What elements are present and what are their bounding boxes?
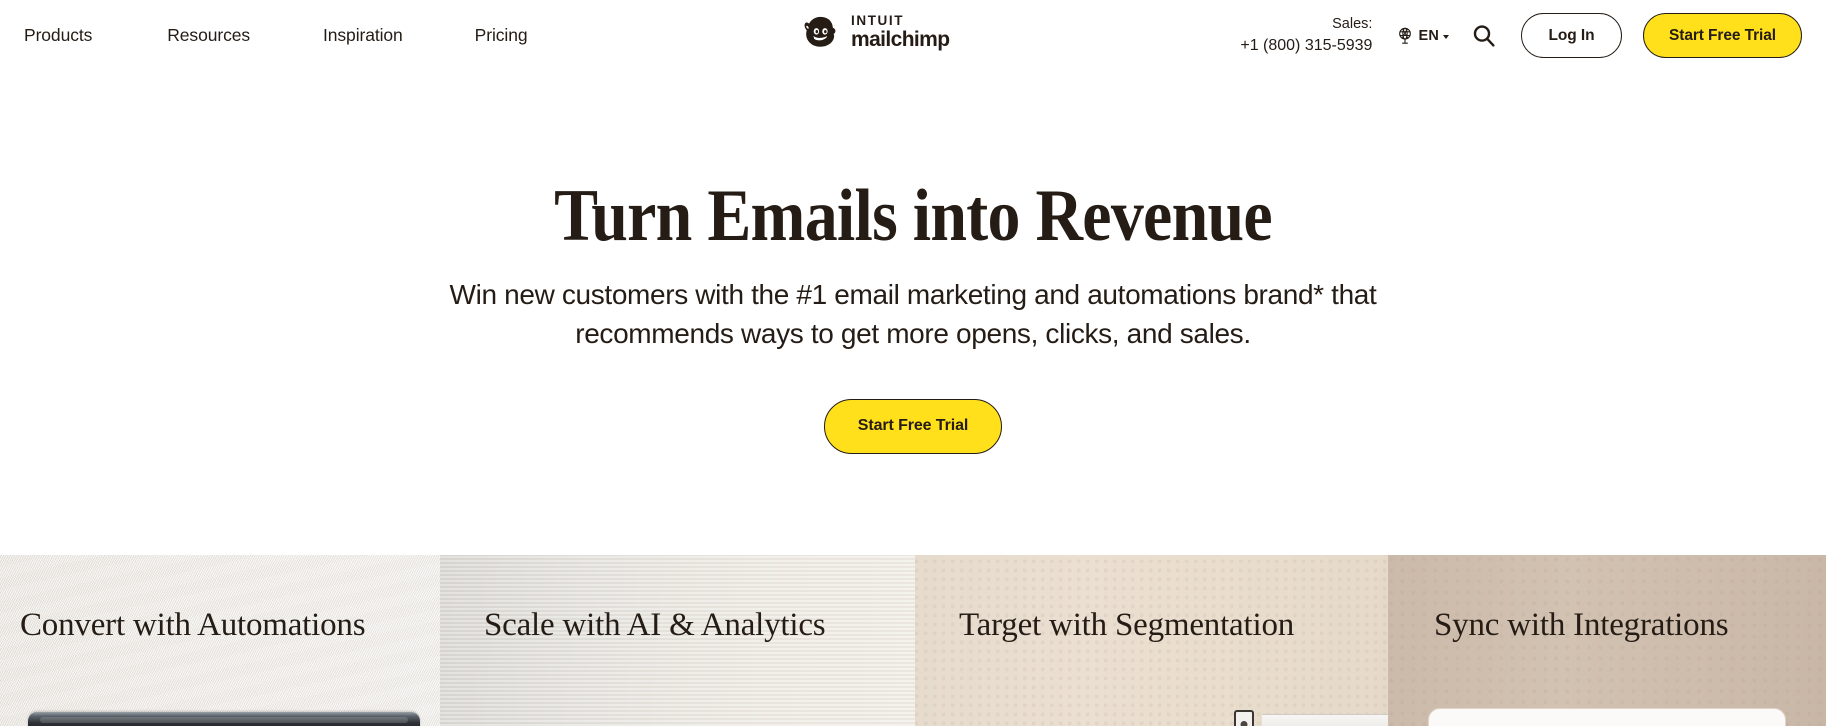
site-logo[interactable]: INTUIT mailchimp <box>800 11 950 53</box>
primary-navigation: Products Resources Inspiration Pricing <box>24 19 528 52</box>
logo-mailchimp-text: mailchimp <box>851 28 950 52</box>
card-mockup-image <box>1428 708 1786 726</box>
hero-subtitle: Win new customers with the #1 email mark… <box>449 279 1377 350</box>
chevron-down-icon <box>1443 34 1449 39</box>
mailchimp-freddie-logo-icon <box>804 16 836 47</box>
laptop-mockup-image <box>28 712 420 726</box>
phone-mockup-image <box>1234 710 1254 726</box>
globe-icon <box>1399 27 1412 44</box>
login-button[interactable]: Log In <box>1521 13 1622 58</box>
feature-card-title: Scale with AI & Analytics <box>484 607 826 643</box>
nav-item-inspiration[interactable]: Inspiration <box>323 19 403 52</box>
logo-intuit-text: INTUIT <box>851 12 905 28</box>
search-button[interactable] <box>1471 23 1497 49</box>
feature-card-integrations[interactable]: Sync with Integrations <box>1388 555 1826 726</box>
page-title: Turn Emails into Revenue <box>554 175 1273 257</box>
feature-card-automations[interactable]: Convert with Automations <box>0 555 440 726</box>
feature-card-title: Sync with Integrations <box>1434 607 1729 643</box>
hero-section: Turn Emails into Revenue Win new custome… <box>0 71 1826 555</box>
feature-card-ai-analytics[interactable]: Scale with AI & Analytics <box>440 555 915 726</box>
feature-card-segmentation[interactable]: Target with Segmentation <box>915 555 1388 726</box>
nav-item-products[interactable]: Products <box>24 19 92 52</box>
sales-label: Sales: <box>1332 16 1373 33</box>
language-code: EN <box>1418 27 1439 44</box>
start-free-trial-hero-button[interactable]: Start Free Trial <box>824 398 1002 454</box>
sales-contact[interactable]: Sales: +1 (800) 315-5939 <box>1240 15 1372 55</box>
feature-card-title: Target with Segmentation <box>959 607 1295 643</box>
nav-item-resources[interactable]: Resources <box>167 19 250 52</box>
nav-item-pricing[interactable]: Pricing <box>475 19 528 52</box>
search-icon <box>1473 24 1495 47</box>
sales-phone-number[interactable]: +1 (800) 315-5939 <box>1240 35 1372 56</box>
start-free-trial-header-button[interactable]: Start Free Trial <box>1643 13 1802 58</box>
feature-cards-section: Convert with Automations Scale with AI &… <box>0 555 1826 726</box>
language-selector[interactable]: EN <box>1395 26 1449 46</box>
logo-wordmark: INTUIT mailchimp <box>851 12 950 52</box>
panel-mockup-image <box>1262 714 1388 726</box>
feature-card-title: Convert with Automations <box>20 607 366 643</box>
header-actions: Sales: +1 (800) 315-5939 EN Log In Start… <box>1240 0 1826 71</box>
site-header: Products Resources Inspiration Pricing I… <box>0 0 1826 71</box>
